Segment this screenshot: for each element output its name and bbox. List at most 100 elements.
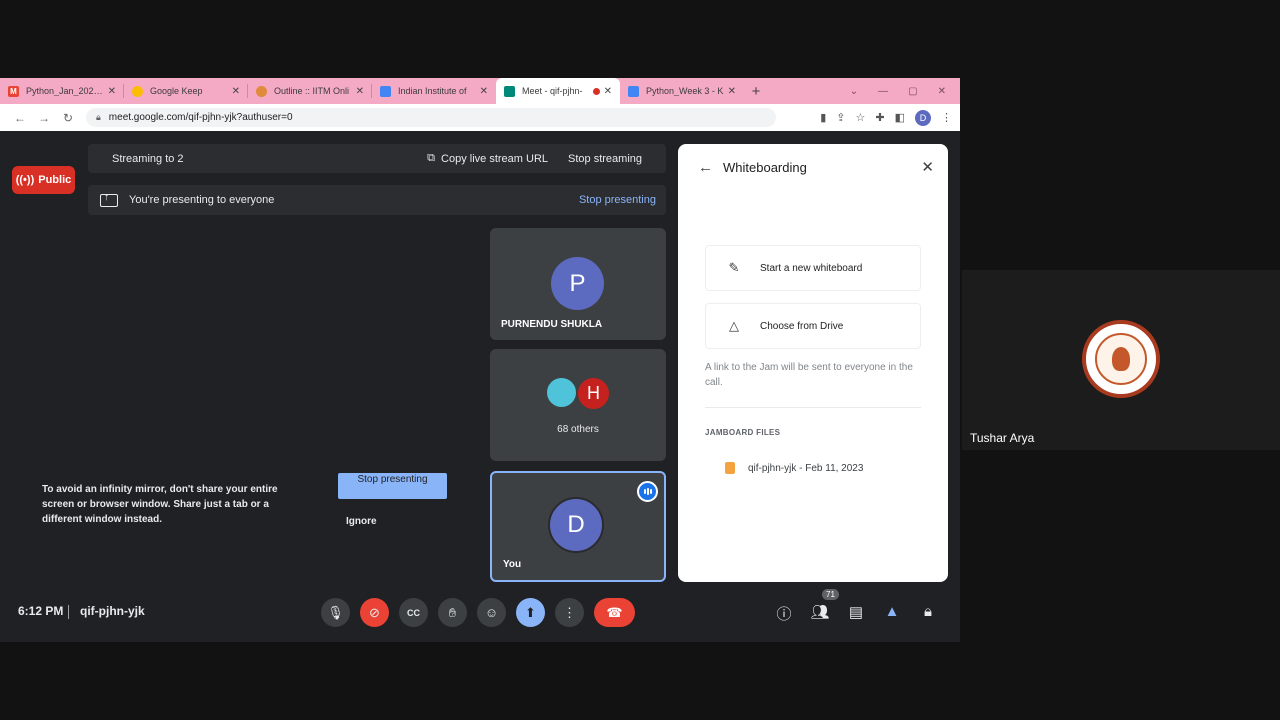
tab-title: Python_Jan_2023 - <box>26 86 104 96</box>
reload-icon[interactable]: ↻ <box>56 111 80 125</box>
avatar: D <box>548 497 604 553</box>
whiteboarding-panel: ← Whiteboarding ✕ ✎ Start a new whiteboa… <box>678 144 948 582</box>
browser-tab-bar: M Python_Jan_2023 - ✕ Google Keep ✕ Outl… <box>0 78 960 104</box>
stop-streaming-button[interactable]: Stop streaming <box>568 153 642 165</box>
close-icon[interactable]: ✕ <box>921 158 934 176</box>
recording-icon <box>592 87 600 95</box>
tab-title: Google Keep <box>150 86 203 96</box>
side-panel-icon[interactable]: ◧ <box>895 111 905 124</box>
avatar: H <box>576 376 611 411</box>
tab-indian-institute[interactable]: Indian Institute of ✕ <box>372 78 496 104</box>
tab-close-icon[interactable]: ✕ <box>232 86 240 97</box>
start-new-whiteboard-button[interactable]: ✎ Start a new whiteboard <box>705 245 921 291</box>
meeting-code: qif-pjhn-yjk <box>80 604 145 618</box>
screen: M Python_Jan_2023 - ✕ Google Keep ✕ Outl… <box>0 0 1280 720</box>
camera-off-icon[interactable]: ⊘ <box>360 598 389 627</box>
keep-icon <box>132 85 143 97</box>
tab-close-icon[interactable]: ✕ <box>108 86 116 97</box>
present-icon[interactable]: ⬆ <box>516 598 545 627</box>
toolbar-icons: ▮ ⇪ ☆ ✚ ◧ D ⋮ <box>820 109 952 126</box>
minimize-icon[interactable]: — <box>878 86 888 97</box>
classroom-icon <box>380 85 391 97</box>
profile-avatar[interactable]: D <box>915 109 931 126</box>
stop-presenting-link[interactable]: Stop presenting <box>579 194 656 206</box>
tab-google-keep[interactable]: Google Keep ✕ <box>124 78 248 104</box>
people-icon[interactable]: 👥︎ <box>810 603 830 621</box>
public-badge[interactable]: ((•)) Public <box>12 166 75 194</box>
info-icon[interactable]: ⓘ <box>774 603 794 624</box>
stop-presenting-button[interactable]: Stop presenting <box>338 473 447 499</box>
streaming-status: Streaming to 2 <box>112 152 184 165</box>
arrow-left-icon[interactable]: ← <box>698 159 713 176</box>
present-screen-icon <box>100 192 118 207</box>
presenting-message: You're presenting to everyone <box>129 194 275 206</box>
chat-icon[interactable]: ▤ <box>846 603 866 621</box>
self-tile[interactable]: D You <box>490 471 666 582</box>
infinity-mirror-warning: To avoid an infinity mirror, don't share… <box>42 484 278 525</box>
side-participant-tile[interactable]: Tushar Arya <box>962 270 1280 450</box>
tab-close-icon[interactable]: ✕ <box>356 86 364 97</box>
url-field[interactable]: 🔒︎ meet.google.com/qif-pjhn-yjk?authuser… <box>86 108 776 127</box>
chevron-down-icon[interactable]: ⌄ <box>850 86 858 97</box>
camera-indicator-icon[interactable]: ▮ <box>820 111 826 124</box>
captions-icon[interactable]: CC <box>399 598 428 627</box>
gmail-icon: M <box>8 85 19 97</box>
docs-icon <box>628 85 639 97</box>
tab-meet[interactable]: Meet - qif-pjhn- ✕ <box>496 78 620 104</box>
participant-tile[interactable]: P PURNENDU SHUKLA <box>490 228 666 340</box>
jamboard-file-item[interactable]: qif-pjhn-yjk - Feb 11, 2023 <box>725 462 863 474</box>
meet-icon <box>504 85 515 97</box>
choose-from-drive-button[interactable]: △ Choose from Drive <box>705 303 921 349</box>
close-window-icon[interactable]: ✕ <box>938 86 946 97</box>
copy-stream-url-button[interactable]: ⧉ Copy live stream URL <box>427 152 548 165</box>
start-new-whiteboard-label: Start a new whiteboard <box>760 262 863 274</box>
avatar <box>545 376 578 409</box>
meeting-controls: 6:12 PM qif-pjhn-yjk 🎙︎ ⊘ CC ✋︎ ☺ ⬆ ⋮ ☎︎… <box>0 589 960 632</box>
jamboard-file-name: qif-pjhn-yjk - Feb 11, 2023 <box>748 462 864 474</box>
broadcast-icon: ((•)) <box>15 174 35 186</box>
tab-close-icon[interactable]: ✕ <box>480 86 488 97</box>
jam-link-hint: A link to the Jam will be sent to everyo… <box>705 362 913 388</box>
others-tile[interactable]: H 68 others <box>490 349 666 461</box>
tab-title: Python_Week 3 - K <box>646 86 724 96</box>
maximize-icon[interactable]: ▢ <box>908 86 917 97</box>
participant-name: Tushar Arya <box>970 431 1035 445</box>
institute-logo <box>1082 320 1160 398</box>
share-icon[interactable]: ⇪ <box>836 111 845 124</box>
host-controls-icon[interactable]: 🔒︎ <box>918 603 938 620</box>
jamboard-files-heading: JAMBOARD FILES <box>705 428 781 437</box>
tab-title: Outline :: IITM Onli <box>274 86 350 96</box>
jamboard-icon <box>725 462 735 474</box>
tab-close-icon[interactable]: ✕ <box>728 86 736 97</box>
participant-name: PURNENDU SHUKLA <box>501 319 603 330</box>
tab-close-icon[interactable]: ✕ <box>604 86 612 97</box>
url-text: meet.google.com/qif-pjhn-yjk?authuser=0 <box>108 112 293 123</box>
tab-gmail[interactable]: M Python_Jan_2023 - ✕ <box>0 78 124 104</box>
back-icon[interactable]: ← <box>8 111 32 125</box>
extensions-icon[interactable]: ✚ <box>875 111 884 124</box>
more-vert-icon[interactable]: ⋮ <box>555 598 584 627</box>
tab-outline[interactable]: Outline :: IITM Onli ✕ <box>248 78 372 104</box>
raise-hand-icon[interactable]: ✋︎ <box>438 598 467 627</box>
more-vert-icon[interactable]: ⋮ <box>941 111 952 124</box>
emoji-icon[interactable]: ☺ <box>477 598 506 627</box>
end-call-icon[interactable]: ☎︎ <box>594 598 635 627</box>
tab-python-week3[interactable]: Python_Week 3 - K ✕ <box>620 78 744 104</box>
presenting-bar: You're presenting to everyone Stop prese… <box>88 185 666 215</box>
outline-icon <box>256 85 267 97</box>
address-bar: ← → ↻ 🔒︎ meet.google.com/qif-pjhn-yjk?au… <box>0 104 960 131</box>
new-tab-button[interactable]: + <box>744 78 768 104</box>
mic-icon[interactable]: 🎙︎ <box>321 598 350 627</box>
panel-title: Whiteboarding <box>723 160 807 175</box>
streaming-bar: Streaming to 2 ⧉ Copy live stream URL St… <box>88 144 666 173</box>
bookmark-star-icon[interactable]: ☆ <box>856 111 866 124</box>
activities-icon[interactable]: ▲ <box>882 603 902 620</box>
ignore-button[interactable]: Ignore <box>346 516 377 527</box>
public-badge-label: Public <box>38 174 72 186</box>
tab-title: Meet - qif-pjhn- <box>522 86 583 96</box>
participant-name: You <box>503 559 522 570</box>
lock-icon[interactable]: 🔒︎ <box>96 112 101 123</box>
choose-from-drive-label: Choose from Drive <box>760 320 844 332</box>
forward-icon[interactable]: → <box>32 111 56 125</box>
pen-icon: ✎ <box>728 260 740 275</box>
